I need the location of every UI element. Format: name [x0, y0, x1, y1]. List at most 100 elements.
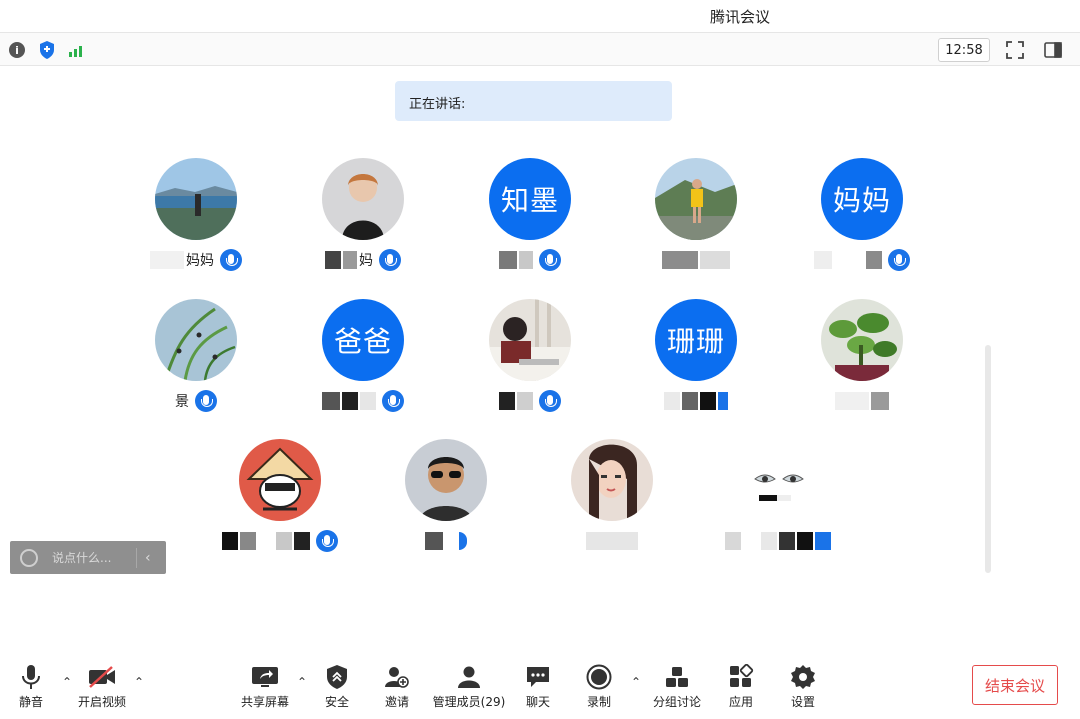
chat-placeholder: 说点什么... [52, 551, 112, 565]
participant-tile[interactable] [621, 158, 771, 288]
invite-label: 邀请 [384, 695, 409, 709]
avatar [737, 439, 819, 521]
participant-tile[interactable]: 妈妈 [121, 158, 271, 288]
participant-name [288, 390, 438, 412]
video-button[interactable]: 开启视频 [67, 663, 137, 711]
participant-tile[interactable]: 景 [121, 299, 271, 429]
share-screen-button[interactable]: 共享屏幕 [230, 663, 300, 711]
record-icon [585, 663, 613, 691]
breakout-button[interactable]: 分组讨论 [642, 663, 712, 711]
emoji-icon[interactable] [20, 548, 38, 567]
invite-button[interactable]: 邀请 [362, 663, 432, 711]
participant-tile[interactable]: 珊珊 [621, 299, 771, 429]
chat-bubble-icon [524, 663, 552, 691]
shield-icon[interactable] [36, 39, 58, 61]
participant-name: 妈 [288, 249, 438, 271]
avatar [155, 158, 237, 240]
mic-icon [539, 249, 561, 271]
security-label: 安全 [324, 695, 349, 709]
mic-icon [888, 249, 910, 271]
participant-name [455, 249, 605, 271]
participant-tile[interactable] [537, 439, 687, 569]
avatar-initials: 爸爸 [322, 299, 404, 381]
invite-user-icon [383, 663, 411, 691]
apps-grid-icon [727, 663, 755, 691]
gear-icon [789, 663, 817, 691]
avatar [322, 158, 404, 240]
mute-label: 静音 [18, 695, 43, 709]
avatar [155, 299, 237, 381]
members-icon [455, 663, 483, 691]
avatar [821, 299, 903, 381]
chevron-left-icon[interactable]: ‹ [145, 550, 151, 566]
participant-name [787, 249, 937, 271]
settings-button[interactable]: 设置 [768, 663, 838, 711]
share-screen-label: 共享屏幕 [240, 695, 289, 709]
record-label: 录制 [586, 695, 611, 709]
avatar [239, 439, 321, 521]
breakout-label: 分组讨论 [652, 695, 701, 709]
avatar [489, 299, 571, 381]
avatar-initials: 珊珊 [655, 299, 737, 381]
end-meeting-button[interactable]: 结束会议 [972, 665, 1058, 705]
apps-label: 应用 [728, 695, 753, 709]
chat-button[interactable]: 聊天 [503, 663, 573, 711]
avatar [655, 158, 737, 240]
meeting-window: 腾讯会议 i 12:58 正在讲话: 妈妈 妈 知墨 妈妈 景 爸爸 珊珊 说点… [0, 0, 1080, 719]
avatar [405, 439, 487, 521]
meeting-clock: 12:58 [938, 38, 990, 62]
participant-tile[interactable]: 爸爸 [288, 299, 438, 429]
record-button[interactable]: 录制 [564, 663, 634, 711]
chevron-up-icon[interactable]: ⌃ [631, 675, 641, 689]
signal-icon[interactable] [66, 39, 88, 61]
manage-members-label: 管理成员(29) [432, 695, 506, 709]
mic-icon [539, 390, 561, 412]
info-icon[interactable]: i [6, 39, 28, 61]
mic-icon [382, 390, 404, 412]
mute-button[interactable]: 静音 [0, 663, 66, 711]
window-title: 腾讯会议 [710, 8, 771, 26]
video-label: 开启视频 [77, 695, 126, 709]
participant-name [371, 531, 521, 551]
security-shield-icon [323, 663, 351, 691]
participant-tile[interactable] [455, 299, 605, 429]
microphone-icon [17, 663, 45, 691]
mic-icon [316, 530, 338, 552]
participant-name [703, 531, 853, 551]
participant-name [205, 530, 355, 552]
participant-tile[interactable] [787, 299, 937, 429]
participant-name-text: 妈 [359, 253, 373, 269]
panel-toggle-icon[interactable] [1042, 39, 1064, 61]
manage-members-button[interactable]: 管理成员(29) [432, 663, 506, 711]
participant-tile[interactable] [703, 439, 853, 569]
participant-name-text: 妈妈 [186, 253, 214, 269]
participant-name-text: 景 [175, 394, 189, 410]
chevron-up-icon[interactable]: ⌃ [134, 675, 144, 689]
participant-name: 妈妈 [121, 249, 271, 271]
participant-name [455, 390, 605, 412]
top-toolbar: i 12:58 [0, 32, 1080, 66]
speaking-indicator: 正在讲话: [395, 81, 672, 121]
mic-icon [379, 249, 401, 271]
settings-label: 设置 [790, 695, 815, 709]
participant-tile[interactable] [205, 439, 355, 569]
participant-tile[interactable]: 妈妈 [787, 158, 937, 288]
divider [136, 547, 137, 568]
participant-tile[interactable]: 知墨 [455, 158, 605, 288]
avatar-initials: 妈妈 [821, 158, 903, 240]
bottom-control-bar: 静音 ⌃ 开启视频 ⌃ 共享屏幕 ⌃ 安全 邀请 管理成员(29) 聊天 录制 … [0, 655, 1080, 719]
apps-button[interactable]: 应用 [706, 663, 776, 711]
participant-tile[interactable]: 妈 [288, 158, 438, 288]
participant-tile[interactable] [371, 439, 521, 569]
participant-name [787, 391, 937, 411]
share-screen-icon [251, 663, 279, 691]
fullscreen-icon[interactable] [1004, 39, 1026, 61]
video-off-icon [88, 663, 116, 691]
chat-quick-input[interactable]: 说点什么... ‹ [10, 541, 166, 574]
avatar-initials: 知墨 [489, 158, 571, 240]
scrollbar[interactable] [985, 345, 991, 573]
participant-name [621, 250, 771, 270]
avatar [571, 439, 653, 521]
mic-icon [195, 390, 217, 412]
participant-name: 景 [121, 390, 271, 412]
